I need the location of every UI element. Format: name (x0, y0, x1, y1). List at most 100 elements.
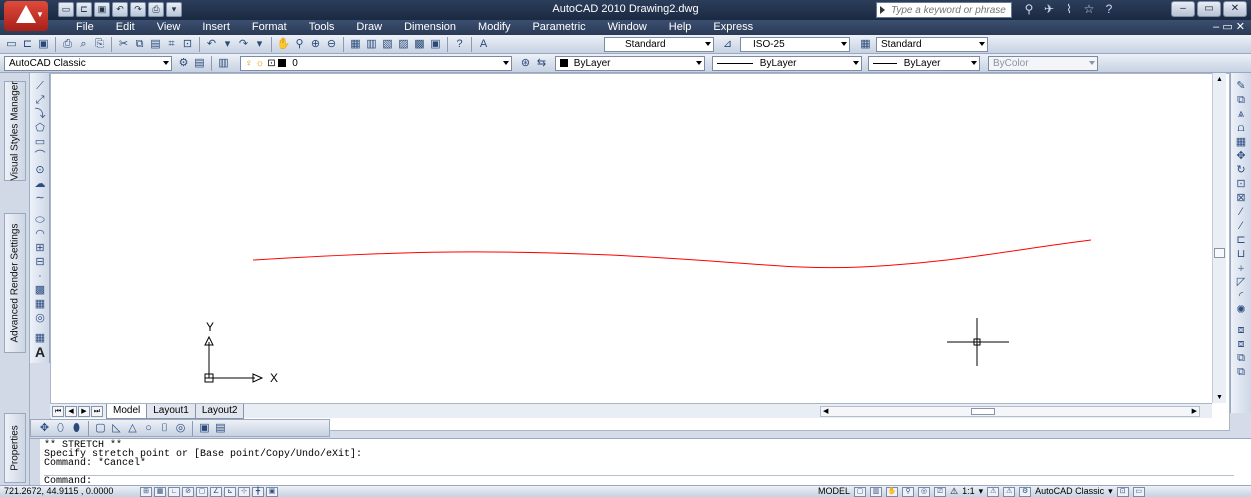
horizontal-scroll-thumb[interactable] (971, 408, 995, 415)
torus-icon[interactable]: ◎ (173, 421, 188, 436)
calculator-icon[interactable]: ▣ (428, 37, 443, 52)
planar-surface-icon[interactable]: ▣ (197, 421, 212, 436)
showmotion-icon[interactable]: ⎚ (934, 486, 947, 497)
mirror-icon[interactable]: ⩓ (1231, 107, 1251, 121)
annotation-scale[interactable]: 1:1 (962, 486, 975, 497)
gradient-icon[interactable]: ▦ (30, 297, 50, 311)
text-style-icon[interactable]: A (476, 37, 491, 52)
polar-tracking-icon[interactable]: ⊘ (182, 487, 194, 497)
table-icon[interactable]: ▦ (30, 331, 50, 345)
table-style-icon[interactable]: ▦ (858, 37, 873, 52)
revision-cloud-icon[interactable]: ☁ (30, 177, 50, 191)
redo-icon[interactable]: ↷ (130, 2, 146, 17)
previous-tab-icon[interactable]: ◀ (65, 406, 77, 417)
chamfer-icon[interactable]: ◸ (1231, 275, 1251, 289)
cylinder-icon[interactable]: ⌷ (157, 421, 172, 436)
menu-draw[interactable]: Draw (345, 21, 393, 34)
redo-icon[interactable]: ↷ (236, 37, 251, 52)
publish-icon[interactable]: ⎘ (92, 37, 107, 52)
lineweight-select[interactable]: ByLayer (868, 56, 980, 71)
rectangle-icon[interactable]: ▭ (30, 135, 50, 149)
copy-object-icon[interactable]: ⧉ (1231, 93, 1251, 107)
color-select[interactable]: ByLayer (555, 56, 705, 71)
text-style-select[interactable]: Standard (604, 37, 714, 52)
circle-icon[interactable]: ⊙ (30, 163, 50, 177)
offset-icon[interactable]: ⩍ (1231, 121, 1251, 135)
plot-icon[interactable]: ⎙ (148, 2, 164, 17)
workspace-select[interactable]: AutoCAD Classic (4, 56, 172, 71)
menu-modify[interactable]: Modify (467, 21, 521, 34)
object-snap-tracking-icon[interactable]: ∠ (210, 487, 222, 497)
break-at-point-icon[interactable]: ⊏ (1231, 233, 1251, 247)
pan-icon[interactable]: ✋ (886, 486, 899, 497)
design-center-icon[interactable]: ▥ (364, 37, 379, 52)
chevron-down-icon[interactable]: ▾ (220, 37, 235, 52)
satellite-icon[interactable]: ✈ (1040, 2, 1058, 17)
scroll-right-icon[interactable]: ▶ (1192, 407, 1197, 415)
cut-icon[interactable]: ✂ (116, 37, 131, 52)
communication-icon[interactable]: ⌇ (1060, 2, 1078, 17)
binoculars-icon[interactable]: ⚲ (1020, 2, 1038, 17)
block-editor-icon[interactable]: ⊡ (180, 37, 195, 52)
tool-palettes-icon[interactable]: ▧ (380, 37, 395, 52)
chevron-down-icon[interactable]: ▾ (252, 37, 267, 52)
shape-b-icon[interactable]: ⬮ (69, 421, 84, 436)
command-window-grip[interactable] (30, 439, 40, 486)
menu-tools[interactable]: Tools (298, 21, 346, 34)
search-input[interactable] (876, 2, 1012, 18)
rotate-icon[interactable]: ↻ (1231, 163, 1251, 177)
menu-format[interactable]: Format (241, 21, 298, 34)
polyline-icon[interactable]: ⤵ (30, 107, 50, 121)
vertical-scroll-thumb[interactable] (1214, 248, 1225, 258)
line-icon[interactable]: ⟋ (30, 79, 50, 93)
toolbar-lock-icon[interactable]: ⊡ (1116, 486, 1129, 497)
ellipse-icon[interactable]: ⬭ (30, 213, 50, 227)
layer-select[interactable]: ♀ ☼ ⊡ 0 (240, 56, 512, 71)
extend-icon[interactable]: ⁄ (1231, 219, 1251, 233)
pan-icon[interactable]: ✋ (276, 37, 291, 52)
scroll-left-icon[interactable]: ◀ (823, 407, 828, 415)
quick-view-layouts-icon[interactable]: ▢ (854, 486, 867, 497)
construction-line-icon[interactable]: ⤢ (30, 93, 50, 107)
insert-block-icon[interactable]: ⊞ (30, 241, 50, 255)
plot-icon[interactable]: ⎙ (60, 37, 75, 52)
ellipse-arc-icon[interactable]: ◠ (30, 227, 50, 241)
wedge-icon[interactable]: ◺ (109, 421, 124, 436)
tab-layout1[interactable]: Layout1 (146, 404, 196, 419)
dynamic-input-icon[interactable]: ⊹ (238, 487, 250, 497)
zoom-icon[interactable]: ⚲ (902, 486, 915, 497)
menu-express[interactable]: Express (702, 21, 764, 34)
region-icon[interactable]: ◎ (30, 311, 50, 325)
break-icon[interactable]: ⊔ (1231, 247, 1251, 261)
trim-icon[interactable]: ⁄ (1231, 205, 1251, 219)
fillet-icon[interactable]: ◜ (1231, 289, 1251, 303)
workspace-switching-icon[interactable]: ⚙ (1019, 486, 1032, 497)
first-tab-icon[interactable]: ⏮ (52, 406, 64, 417)
linetype-select[interactable]: ByLayer (712, 56, 862, 71)
menu-dimension[interactable]: Dimension (393, 21, 467, 34)
sphere-icon[interactable]: ○ (141, 421, 156, 436)
markup-icon[interactable]: ▩ (412, 37, 427, 52)
arc-icon[interactable]: ⌒ (30, 149, 50, 163)
stretch-icon[interactable]: ⊠ (1231, 191, 1251, 205)
draw-order-front-icon[interactable]: ⧈ (1231, 323, 1251, 337)
status-workspace[interactable]: AutoCAD Classic (1035, 486, 1104, 497)
tab-visual-styles-manager[interactable]: Visual Styles Manager (4, 81, 26, 181)
tab-advanced-render-settings[interactable]: Advanced Render Settings (4, 213, 26, 353)
move-icon[interactable]: ✥ (37, 421, 52, 436)
tab-layout2[interactable]: Layout2 (194, 404, 245, 419)
layer-properties-icon[interactable]: ▥ (216, 56, 231, 71)
open-icon[interactable]: ⊏ (20, 37, 35, 52)
tab-properties[interactable]: Properties (4, 413, 26, 483)
workspace-save-icon[interactable]: ▤ (192, 56, 207, 71)
menu-parametric[interactable]: Parametric (521, 21, 596, 34)
multiline-text-icon[interactable]: A (30, 345, 50, 359)
menu-view[interactable]: View (146, 21, 192, 34)
menu-window[interactable]: Window (597, 21, 658, 34)
hatch-icon[interactable]: ▩ (30, 283, 50, 297)
menu-help[interactable]: Help (658, 21, 703, 34)
zoom-window-icon[interactable]: ⊕ (308, 37, 323, 52)
snap-mode-icon[interactable]: ⊞ (140, 487, 152, 497)
restore-button[interactable]: ▭ (1197, 1, 1221, 17)
dynamic-ucs-icon[interactable]: ⊾ (224, 487, 236, 497)
